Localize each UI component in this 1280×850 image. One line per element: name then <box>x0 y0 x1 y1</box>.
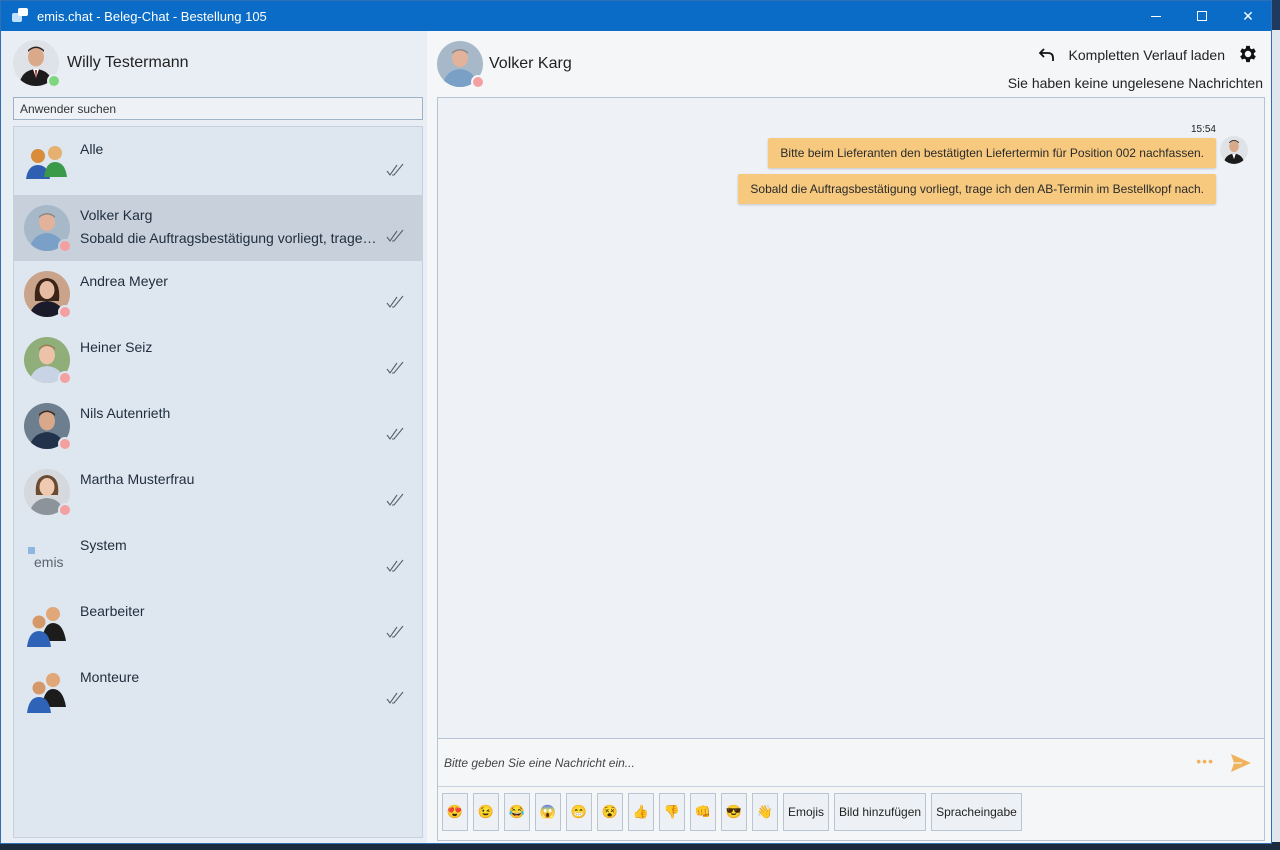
load-history-button[interactable]: Kompletten Verlauf laden <box>1038 47 1225 63</box>
read-checkmarks-icon <box>386 361 404 374</box>
contact-item-andrea-meyer[interactable]: Andrea Meyer <box>14 261 422 327</box>
emoji-button[interactable]: 😎 <box>721 793 747 831</box>
maximize-button[interactable] <box>1179 1 1225 31</box>
message-bubble: Bitte beim Lieferanten den bestätigten L… <box>768 138 1216 168</box>
contact-item-monteure[interactable]: Monteure <box>14 657 422 723</box>
emoji-button[interactable]: 👍 <box>628 793 654 831</box>
message-list: 15:54 Bitte beim Lieferanten den bestäti… <box>437 97 1265 739</box>
emoji-button[interactable]: 😵 <box>597 793 623 831</box>
read-checkmarks-icon <box>386 625 404 638</box>
contact-list: Alle Volker Karg Sobald die Auftragsbest… <box>13 126 423 838</box>
read-checkmarks-icon <box>386 427 404 440</box>
chat-window: emis.chat - Beleg-Chat - Bestellung 105 … <box>0 0 1272 844</box>
team-icon <box>24 667 70 713</box>
app-icon <box>11 7 29 25</box>
contact-item-volker-karg[interactable]: Volker Karg Sobald die Auftragsbestätigu… <box>14 195 422 261</box>
contact-name: Martha Musterfrau <box>80 471 195 487</box>
emoji-button[interactable]: 😱 <box>535 793 561 831</box>
add-image-button[interactable]: Bild hinzufügen <box>834 793 927 831</box>
titlebar: emis.chat - Beleg-Chat - Bestellung 105 … <box>1 1 1271 31</box>
read-checkmarks-icon <box>386 559 404 572</box>
contact-avatar <box>24 337 72 385</box>
partner-name: Volker Karg <box>489 55 572 72</box>
read-checkmarks-icon <box>386 295 404 308</box>
emoji-button[interactable]: 😁 <box>566 793 592 831</box>
team-icon <box>24 601 70 647</box>
minimize-icon <box>1151 15 1161 17</box>
composer: ••• 😍 😉 😂 😱 😁 😵 👍 👎 👊 😎 👋 <box>437 739 1265 841</box>
message-input[interactable] <box>438 739 1264 787</box>
sidebar: Willy Testermann Alle <box>1 31 427 843</box>
read-checkmarks-icon <box>386 493 404 506</box>
group-icon <box>24 139 70 185</box>
contact-item-nils-autenrieth[interactable]: Nils Autenrieth <box>14 393 422 459</box>
load-history-label: Kompletten Verlauf laden <box>1068 47 1225 63</box>
contact-item-bearbeiter[interactable]: Bearbeiter <box>14 591 422 657</box>
emis-logo-icon: emis <box>24 535 70 581</box>
contact-name: Nils Autenrieth <box>80 405 171 421</box>
message-bubble: Sobald die Auftragsbestätigung vorliegt,… <box>738 174 1216 204</box>
my-name: Willy Testermann <box>67 54 189 71</box>
contact-name: Monteure <box>80 669 140 685</box>
contact-name: Alle <box>80 141 104 157</box>
contact-item-alle[interactable]: Alle <box>14 129 422 195</box>
emoji-button[interactable]: 😉 <box>473 793 499 831</box>
contact-avatar <box>24 271 72 319</box>
offline-status-icon <box>58 371 72 385</box>
emoji-button[interactable]: 😍 <box>442 793 468 831</box>
close-button[interactable]: ✕ <box>1225 1 1271 31</box>
emoji-button[interactable]: 👋 <box>752 793 778 831</box>
partner-avatar[interactable] <box>437 41 485 89</box>
read-checkmarks-icon <box>386 163 404 176</box>
online-status-icon <box>47 74 61 88</box>
contact-item-martha-musterfrau[interactable]: Martha Musterfrau <box>14 459 422 525</box>
contact-item-heiner-seiz[interactable]: Heiner Seiz <box>14 327 422 393</box>
contact-name: Heiner Seiz <box>80 339 153 355</box>
offline-status-icon <box>471 75 485 89</box>
offline-status-icon <box>58 239 72 253</box>
contact-item-system[interactable]: emis System <box>14 525 422 591</box>
undo-icon <box>1038 48 1054 61</box>
composer-toolbar: 😍 😉 😂 😱 😁 😵 👍 👎 👊 😎 👋 Emojis Bild hinzuf… <box>442 793 1027 831</box>
voice-input-button[interactable]: Spracheingabe <box>931 793 1022 831</box>
unread-status-text: Sie haben keine ungelesene Nachrichten <box>1007 75 1263 91</box>
window-title: emis.chat - Beleg-Chat - Bestellung 105 <box>37 8 267 24</box>
offline-status-icon <box>58 437 72 451</box>
minimize-button[interactable] <box>1133 1 1179 31</box>
contact-avatar <box>24 205 72 253</box>
contact-name: Bearbeiter <box>80 603 145 619</box>
contact-name: Andrea Meyer <box>80 273 168 289</box>
emoji-button[interactable]: 👊 <box>690 793 716 831</box>
sender-avatar <box>1220 136 1248 164</box>
contact-avatar <box>24 469 72 517</box>
emoji-button[interactable]: 👎 <box>659 793 685 831</box>
chat-pane: Volker Karg Kompletten Verlauf laden Sie… <box>427 31 1271 843</box>
settings-gear-icon[interactable] <box>1237 43 1259 65</box>
last-message-preview: Sobald die Auftragsbestätigung vorliegt,… <box>80 230 380 246</box>
read-checkmarks-icon <box>386 691 404 704</box>
contact-name: Volker Karg <box>80 207 153 223</box>
read-checkmarks-icon <box>386 229 404 242</box>
message-timestamp: 15:54 <box>1190 124 1216 135</box>
contact-avatar <box>24 403 72 451</box>
current-user: Willy Testermann <box>13 31 423 95</box>
emoji-button[interactable]: 😂 <box>504 793 530 831</box>
my-avatar[interactable] <box>13 40 61 88</box>
chat-header: Volker Karg Kompletten Verlauf laden Sie… <box>427 31 1271 97</box>
user-search-input[interactable] <box>13 97 423 120</box>
offline-status-icon <box>58 305 72 319</box>
maximize-icon <box>1197 11 1207 21</box>
offline-status-icon <box>58 503 72 517</box>
contact-name: System <box>80 537 127 553</box>
svg-text:emis: emis <box>34 554 64 570</box>
more-options-icon[interactable]: ••• <box>1196 753 1214 769</box>
send-icon[interactable] <box>1230 753 1252 773</box>
emojis-button[interactable]: Emojis <box>783 793 830 831</box>
close-icon: ✕ <box>1242 7 1254 24</box>
